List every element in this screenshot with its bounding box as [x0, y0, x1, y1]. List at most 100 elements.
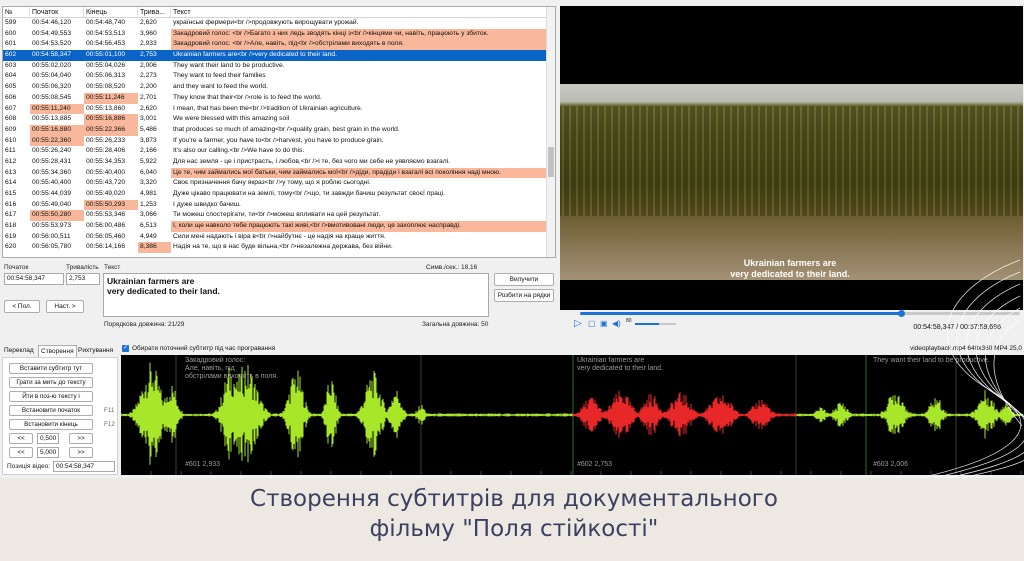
- line-lengths: Порядкова довжина: 21/29: [104, 321, 185, 328]
- start-label: Початок: [4, 264, 29, 271]
- duration-label: Тривалість: [66, 264, 99, 271]
- row-text: They know that their<br />role is to fee…: [173, 93, 322, 101]
- row-start: 00:55:08,545: [32, 93, 72, 101]
- row-end: 00:54:56,453: [86, 40, 126, 48]
- row-duration: 4,949: [140, 232, 157, 240]
- table-row[interactable]: 615 00:55:44,039 00:55:49,020 4,981 Дуже цік…: [3, 189, 555, 200]
- table-row[interactable]: 602 00:54:58,347 00:55:01,100 2,753 Ukrainia…: [3, 50, 555, 61]
- insert-subtitle-button[interactable]: Вставити субтитр тут: [9, 363, 93, 374]
- set-end-key: F12: [104, 421, 115, 428]
- row-number: 613: [5, 168, 17, 176]
- grid-rows: 599 00:54:46,120 00:54:48,740 2,620 українсь…: [3, 18, 555, 254]
- table-row[interactable]: 610 00:55:22,360 00:55:26,233 3,873 If you'r…: [3, 135, 555, 147]
- table-row[interactable]: 616 00:55:49,040 00:55:50,293 1,253 І дуже ш…: [3, 199, 555, 211]
- row-duration: 2,701: [140, 93, 157, 101]
- play-before-text-button[interactable]: Грати за мить до тексту: [9, 377, 93, 388]
- subtitle-grid[interactable]: № Початок Кінець Трива... Текст 599 00:54…: [2, 6, 556, 258]
- row-text: Ти можеш спостерігати, ти<br />можеш впл…: [173, 211, 381, 219]
- row-start: 00:56:05,780: [32, 243, 72, 251]
- table-row[interactable]: 614 00:55:40,400 00:55:43,720 3,320 Своє при…: [3, 178, 555, 189]
- col-end[interactable]: Кінець: [84, 7, 138, 17]
- video-position-input[interactable]: 00:54:58,347: [53, 461, 115, 472]
- go-to-text-button[interactable]: Йти в поз-ю тексту і: [9, 391, 93, 402]
- row-start: 00:55:44,039: [32, 190, 72, 197]
- caption-line-1: Створення субтитрів для документального: [250, 486, 778, 512]
- row-number: 608: [5, 115, 17, 123]
- table-row[interactable]: 613 00:55:34,360 00:55:40,400 6,040 Це те, ч…: [3, 167, 555, 179]
- checkbox-icon[interactable]: ✓: [122, 345, 129, 352]
- row-number: 604: [5, 72, 17, 80]
- row-end: 00:55:01,100: [84, 50, 138, 61]
- row-duration: 1,253: [140, 200, 157, 208]
- col-duration[interactable]: Трива...: [138, 7, 171, 17]
- step-small-input[interactable]: 0,500: [37, 433, 59, 444]
- table-row[interactable]: 606 00:55:08,545 00:55:11,246 2,701 They kno…: [3, 92, 555, 104]
- split-lines-button[interactable]: Розбити на рядки: [494, 289, 554, 302]
- table-row[interactable]: 604 00:55:04,040 00:55:06,313 2,273 They wan…: [3, 71, 555, 82]
- table-row[interactable]: 618 00:55:53,973 00:56:00,486 6,513 І, коли …: [3, 221, 555, 232]
- grid-scroll-thumb[interactable]: [548, 147, 554, 177]
- step-large-input[interactable]: 5,000: [37, 447, 59, 458]
- create-panel: Вставити субтитр тут Грати за мить до те…: [2, 357, 118, 475]
- row-text: І дуже швидко бачиш.: [173, 200, 241, 208]
- row-end: 00:56:00,486: [86, 222, 126, 230]
- forward-large-button[interactable]: >>: [69, 447, 93, 458]
- row-text: It's also our calling.<br />We have to d…: [173, 147, 305, 155]
- grid-header: № Початок Кінець Трива... Текст: [3, 7, 555, 18]
- tab-adjust[interactable]: Рихтування: [76, 345, 115, 357]
- table-row[interactable]: 619 00:56:00,511 00:56:05,460 4,949 Сили мен…: [3, 232, 555, 243]
- back-small-button[interactable]: <<: [9, 433, 33, 444]
- table-row[interactable]: 611 00:55:26,240 00:55:28,406 2,166 It's als…: [3, 146, 555, 157]
- table-row[interactable]: 605 00:55:06,320 00:55:08,520 2,200 and they…: [3, 82, 555, 93]
- forward-small-button[interactable]: >>: [69, 433, 93, 444]
- prev-button[interactable]: < Пол.: [4, 300, 40, 313]
- table-row[interactable]: 599 00:54:46,120 00:54:48,740 2,620 українсь…: [3, 18, 555, 29]
- row-number: 618: [5, 222, 17, 230]
- text-label: Текст: [104, 264, 121, 271]
- tab-create[interactable]: Створення: [38, 345, 77, 357]
- set-end-button[interactable]: Встановити кінець: [9, 419, 93, 430]
- col-text[interactable]: Текст: [171, 7, 547, 17]
- table-row[interactable]: 607 00:55:11,240 00:55:13,860 2,620 I mean, …: [3, 103, 555, 115]
- start-time-input[interactable]: 00:54:58,347: [4, 273, 64, 285]
- play-icon[interactable]: ▷: [574, 319, 582, 329]
- row-number: 602: [3, 50, 30, 61]
- row-start: 00:54:46,120: [32, 19, 72, 26]
- row-number: 619: [5, 232, 17, 240]
- row-text: І, коли ще навколо тебе працюють такі жи…: [171, 221, 547, 232]
- text-line-2: very dedicated to their land.: [107, 286, 220, 296]
- duration-input[interactable]: 2,753: [66, 273, 100, 285]
- table-row[interactable]: 617 00:55:50,280 00:55:53,346 3,066 Ти можеш…: [3, 210, 555, 222]
- col-start[interactable]: Початок: [30, 7, 84, 17]
- table-row[interactable]: 600 00:54:49,553 00:54:53,513 3,960 Закадров…: [3, 28, 555, 40]
- table-row[interactable]: 620 00:56:05,780 00:56:14,166 8,386 Надія на…: [3, 242, 555, 254]
- row-start: 00:54:53,520: [32, 40, 72, 48]
- segment-602-label: #602 2,753: [577, 461, 613, 468]
- table-row[interactable]: 601 00:54:53,520 00:54:56,453 2,933 Закадров…: [3, 39, 555, 51]
- col-number[interactable]: №: [3, 7, 30, 17]
- row-end: 00:55:28,406: [86, 147, 126, 155]
- row-duration: 3,066: [140, 211, 157, 219]
- back-large-button[interactable]: <<: [9, 447, 33, 458]
- stop-icon[interactable]: ▢: [588, 319, 596, 329]
- segment-602-text: Ukrainian farmers are very dedicated to t…: [577, 357, 663, 372]
- set-start-button[interactable]: Встановити початок: [9, 405, 93, 416]
- volume-slider[interactable]: [635, 323, 659, 325]
- table-row[interactable]: 609 00:55:16,880 00:55:22,366 5,486 that pro…: [3, 124, 555, 136]
- row-duration: 2,620: [140, 19, 157, 26]
- row-duration: 4,981: [140, 190, 157, 197]
- table-row[interactable]: 603 00:55:02,020 00:55:04,026 2,006 They wan…: [3, 61, 555, 72]
- volume-icon[interactable]: ◀): [612, 319, 621, 329]
- fullscreen-icon[interactable]: ▣: [600, 319, 608, 329]
- row-duration: 3,001: [140, 115, 157, 123]
- grid-scrollbar[interactable]: [546, 7, 555, 257]
- subtitle-editor-window: № Початок Кінець Трива... Текст 599 00:54…: [0, 0, 1024, 478]
- tab-translate[interactable]: Переклад: [2, 345, 36, 357]
- volume-slider-rest[interactable]: [659, 323, 676, 325]
- table-row[interactable]: 612 00:55:28,431 00:55:34,353 5,922 Для нас …: [3, 157, 555, 168]
- unbreak-button[interactable]: Вилучити: [494, 273, 554, 286]
- row-number: 611: [5, 147, 16, 155]
- subtitle-text-area[interactable]: Ukrainian farmers are very dedicated to …: [103, 273, 489, 317]
- next-button[interactable]: Наст. >: [46, 300, 84, 313]
- table-row[interactable]: 608 00:55:13,885 00:55:16,886 3,001 We were …: [3, 114, 555, 125]
